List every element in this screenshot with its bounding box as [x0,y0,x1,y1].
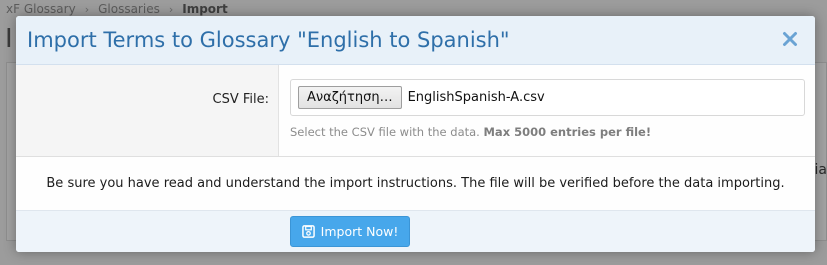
modal-header: Import Terms to Glossary "English to Spa… [16,16,815,65]
breadcrumb-separator-icon: › [84,2,90,16]
breadcrumb-item-import: Import [182,2,228,16]
csv-file-input[interactable]: Αναζήτηση… EnglishSpanish-A.csv [290,79,805,116]
import-terms-modal: Import Terms to Glossary "English to Spa… [16,16,815,252]
csv-file-input-area: Αναζήτηση… EnglishSpanish-A.csv Select t… [279,65,815,156]
close-button[interactable] [778,26,802,52]
background-text-fragment: ia [814,162,827,178]
modal-title: Import Terms to Glossary "English to Spa… [27,28,510,52]
selected-file-name: EnglishSpanish-A.csv [407,90,545,105]
hint-max-entries: Max 5000 entries per file! [483,125,652,139]
breadcrumb: xF Glossary › Glossaries › Import [6,2,228,16]
breadcrumb-item-glossaries[interactable]: Glossaries [98,2,160,16]
import-now-button[interactable]: Import Now! [290,216,410,247]
import-notice: Be sure you have read and understand the… [16,157,815,211]
csv-file-row: CSV File: Αναζήτηση… EnglishSpanish-A.cs… [16,65,815,157]
save-icon [301,225,315,238]
hint-text: Select the CSV file with the data. [290,125,480,139]
close-icon [783,32,797,46]
breadcrumb-separator-icon: › [168,2,174,16]
import-now-label: Import Now! [320,224,399,239]
csv-file-label: CSV File: [16,65,279,156]
csv-file-hint: Select the CSV file with the data. Max 5… [290,125,805,139]
browse-button[interactable]: Αναζήτηση… [298,86,402,109]
modal-footer: Import Now! [16,211,815,252]
breadcrumb-item-glossary[interactable]: xF Glossary [6,2,76,16]
page-title: I [5,24,13,54]
